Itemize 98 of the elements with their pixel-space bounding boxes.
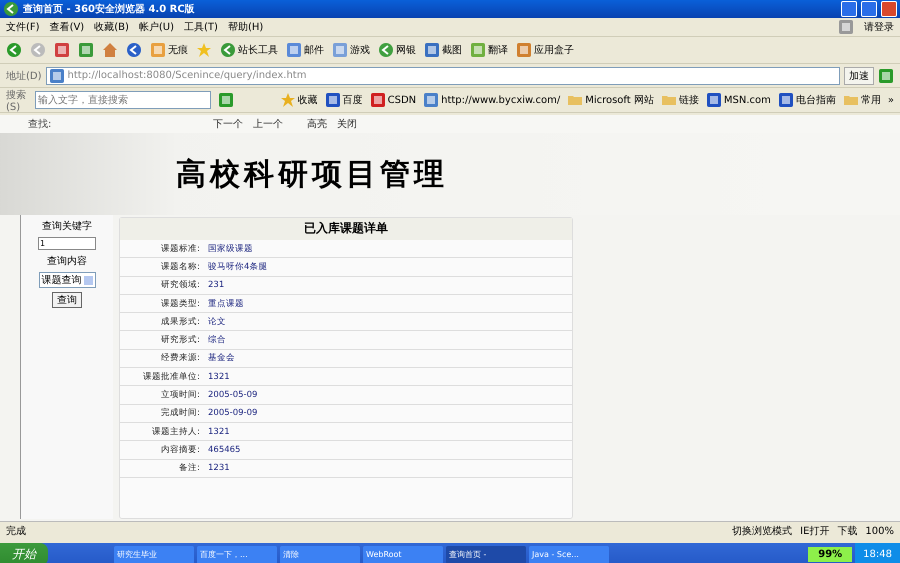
minimize-button[interactable] [841,1,857,17]
page-icon [778,92,794,108]
toolbar-button[interactable]: 翻译 [470,42,508,58]
status-text: 完成 [6,524,26,538]
bookmark-item[interactable]: MSN.com [706,92,771,108]
find-button[interactable]: 上一个 [248,117,288,131]
bookmark-item[interactable]: Microsoft 网站 [567,92,654,108]
field-value: 国家级课题 [207,242,253,255]
toolbar-button[interactable]: 应用盒子 [516,42,574,58]
page-icon [324,92,341,108]
menu-item[interactable]: 查看(V) [50,20,84,34]
status-item[interactable]: IE打开 [800,524,830,538]
page-icon [706,92,722,108]
bookmark-item[interactable]: 百度 [324,92,363,108]
start-button[interactable]: 开始 [0,543,48,563]
toolbar-button[interactable]: 游戏 [332,42,370,58]
menu-item[interactable]: 文件(F) [6,20,40,34]
clock: 18:48 [863,549,892,560]
status-item[interactable]: 下载 [837,524,858,538]
field-label: 课题名称: [160,260,201,273]
page-icon [48,68,65,84]
search-field[interactable]: 输入文字，直接搜索 [34,91,211,109]
keyword-label: 查询关键字 [42,220,92,233]
toolbar-button[interactable]: 网银 [378,42,416,58]
window-title: 查询首页 - 360安全浏览器 4.0 RC版 [23,2,196,16]
status-item[interactable]: 切换浏览模式 [732,524,792,538]
field-label: 立项时间: [160,389,201,402]
find-button[interactable]: 高亮 [302,117,332,131]
field-label: 课题标准: [160,242,201,255]
field-label: 经费来源: [160,352,201,364]
toolbar-button[interactable]: 截图 [424,42,462,58]
find-button[interactable]: 下一个 [208,117,248,131]
bookmark-item[interactable]: 收藏 [280,92,318,108]
field-label: 课题批准单位: [142,370,201,383]
field-value: 2005-05-09 [207,390,258,400]
bookmark-item[interactable]: 电台指南 [778,92,836,108]
field-label: 备注: [178,462,201,474]
accelerate-button[interactable]: 加速 [844,66,874,84]
menu-item[interactable]: 帐户(U) [138,20,174,34]
address-label: 地址(D) [6,70,42,82]
undo-icon [126,42,142,58]
toolbar-button[interactable]: 无痕 [150,42,188,58]
bookmark-item[interactable]: http://www.bycxiw.com/ [423,92,560,108]
back-icon [6,42,22,58]
home-icon [102,42,118,58]
field-value: 论文 [207,316,226,328]
bookmark-item[interactable]: CSDN [370,92,416,108]
taskbar-button[interactable]: 查询首页 - [446,546,526,563]
keyword-field[interactable]: 1 [38,237,96,250]
star-icon [280,92,296,108]
menu-item[interactable]: 工具(T) [184,20,218,34]
field-label: 成果形式: [160,316,201,328]
restore-button[interactable] [861,1,877,17]
field-label: 课题主持人: [151,426,201,438]
bookmark-item[interactable]: 常用 [842,92,881,108]
find-label: 查找: [28,118,52,131]
address-field[interactable]: http://localhost:8080/Scenince/query/index.htm [46,66,840,84]
field-label: 研究领域: [160,279,201,292]
content-select[interactable]: 课题查询 [38,272,96,288]
menu-item[interactable]: 帮助(H) [228,20,264,34]
field-value: 2005-09-09 [207,408,258,418]
taskbar-button[interactable]: 清除 [280,546,360,563]
field-value: 1321 [207,426,230,437]
menu-item[interactable]: 收藏(B) [94,20,129,34]
field-value: 1321 [207,372,230,382]
bookmark-item[interactable]: » [888,94,894,106]
taskbar-button[interactable]: 百度一下，... [197,546,277,563]
taskbar-button[interactable]: 研究生毕业 [114,546,194,563]
page-icon [423,92,440,108]
toolbar-button[interactable]: 邮件 [286,42,324,58]
forward-icon [30,42,46,58]
query-button[interactable]: 查询 [52,292,82,308]
page-icon [370,92,386,108]
cpu-meter: 99% [808,547,852,562]
detail-title: 已入库课题详单 [120,218,572,240]
status-item[interactable]: 100% [865,526,894,536]
content-label: 查询内容 [47,254,87,268]
field-label: 内容摘要: [160,444,201,456]
field-label: 完成时间: [160,407,201,420]
toolbar-button[interactable]: 站长工具 [220,42,278,58]
field-value: 骏马呀你4条腿 [207,260,268,273]
field-value: 1231 [207,463,230,474]
banner-title: 高校科研项目管理 [176,156,448,194]
taskbar-button[interactable]: Java - Sce... [529,546,609,563]
find-button[interactable]: 关闭 [332,117,362,131]
field-label: 研究形式: [160,334,201,346]
login-link[interactable]: 请登录 [864,20,894,34]
field-value: 综合 [207,334,226,346]
field-label: 课题类型: [160,298,201,310]
field-value: 基金会 [207,352,235,364]
bookmark-item[interactable]: 链接 [660,92,699,108]
field-value: 重点课题 [207,298,244,310]
field-value: 231 [207,280,224,290]
field-value: 465465 [207,444,240,455]
taskbar-button[interactable]: WebRoot [363,546,443,563]
close-button[interactable] [881,1,897,17]
star-icon [196,42,212,58]
search-label: 搜索(S) [6,88,27,112]
